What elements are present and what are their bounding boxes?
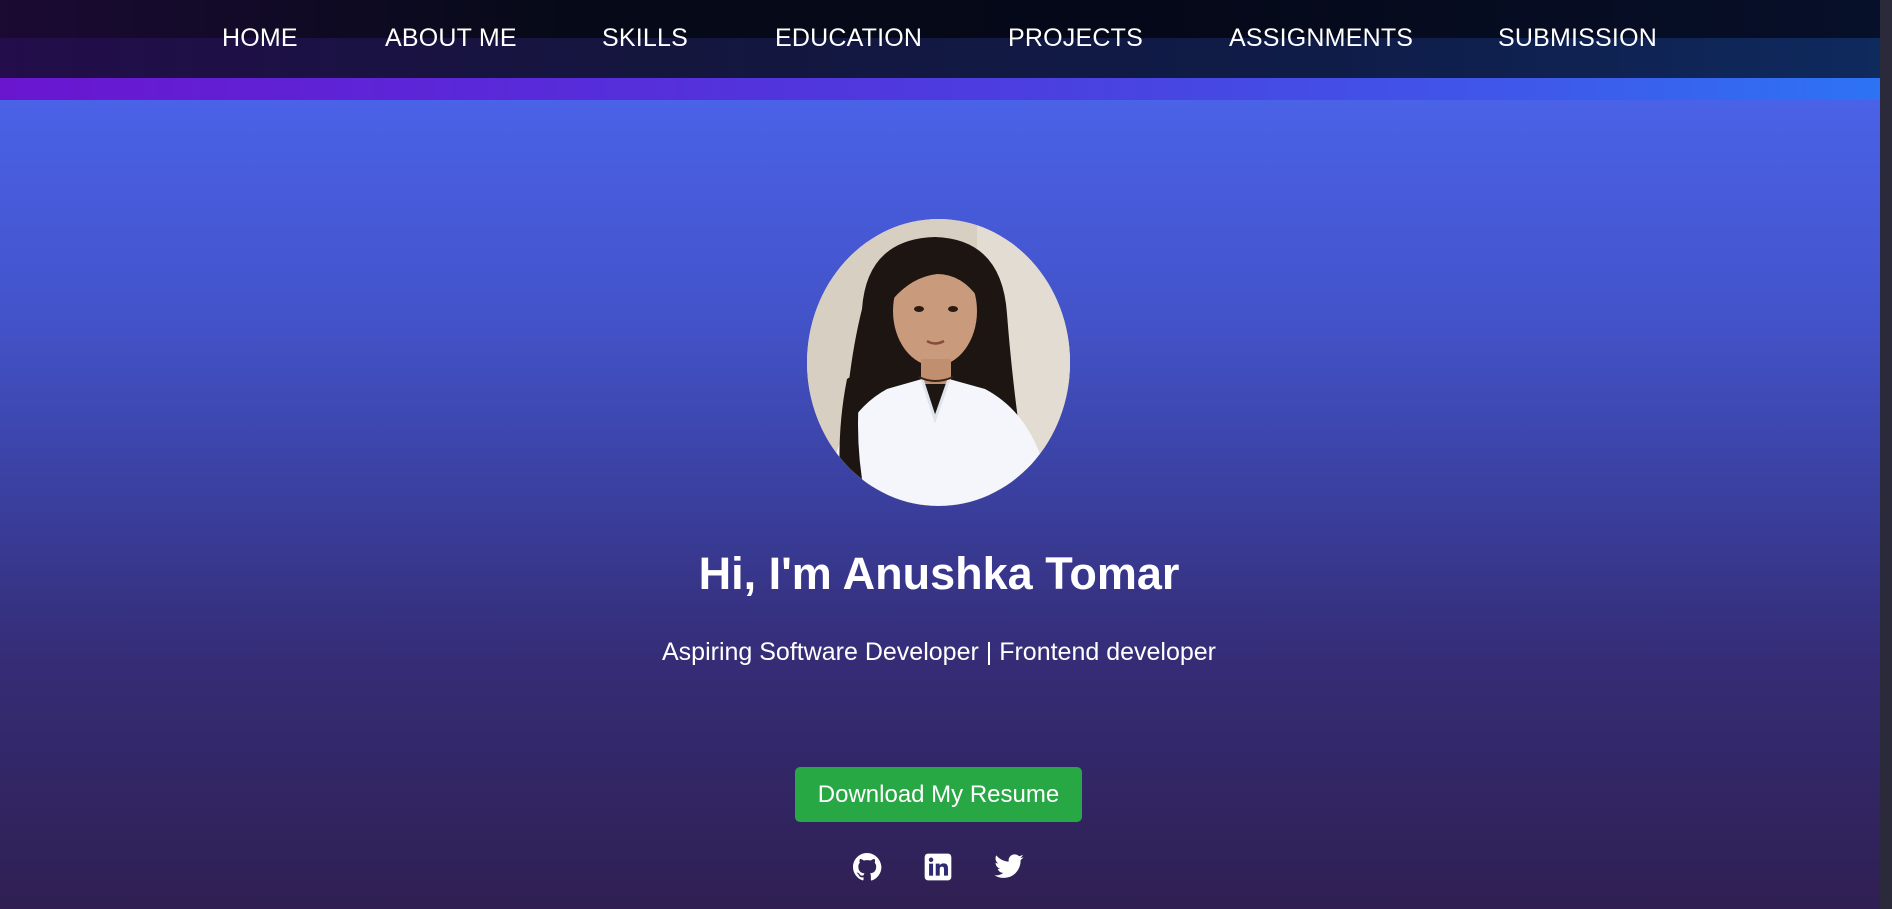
github-link[interactable] [851, 851, 883, 883]
nav-item-education[interactable]: EDUCATION [775, 24, 922, 53]
nav-item-about-me[interactable]: ABOUT ME [385, 24, 517, 53]
twitter-link[interactable] [993, 851, 1025, 883]
profile-photo [807, 219, 1070, 506]
top-navbar: HOME ABOUT ME SKILLS EDUCATION PROJECTS … [0, 0, 1892, 78]
github-icon [853, 853, 882, 881]
profile-avatar [807, 219, 1070, 506]
nav-item-assignments[interactable]: ASSIGNMENTS [1229, 24, 1413, 53]
hero-subtitle: Aspiring Software Developer | Frontend d… [661, 638, 1217, 666]
linkedin-link[interactable] [922, 851, 954, 883]
twitter-icon [994, 854, 1024, 878]
linkedin-icon [924, 853, 952, 881]
nav-item-home[interactable]: HOME [222, 24, 298, 53]
nav-item-projects[interactable]: PROJECTS [1008, 24, 1143, 53]
accent-strip [0, 78, 1892, 100]
vertical-scrollbar[interactable] [1880, 0, 1892, 909]
scrollbar-thumb[interactable] [1882, 0, 1890, 909]
nav-item-skills[interactable]: SKILLS [602, 24, 688, 53]
hero-heading: Hi, I'm Anushka Tomar [698, 548, 1180, 599]
hero-section: Hi, I'm Anushka Tomar Aspiring Software … [0, 100, 1892, 909]
download-resume-button[interactable]: Download My Resume [795, 767, 1082, 822]
nav-menu: HOME ABOUT ME SKILLS EDUCATION PROJECTS … [0, 0, 1892, 78]
nav-item-submission[interactable]: SUBMISSION [1498, 24, 1657, 53]
